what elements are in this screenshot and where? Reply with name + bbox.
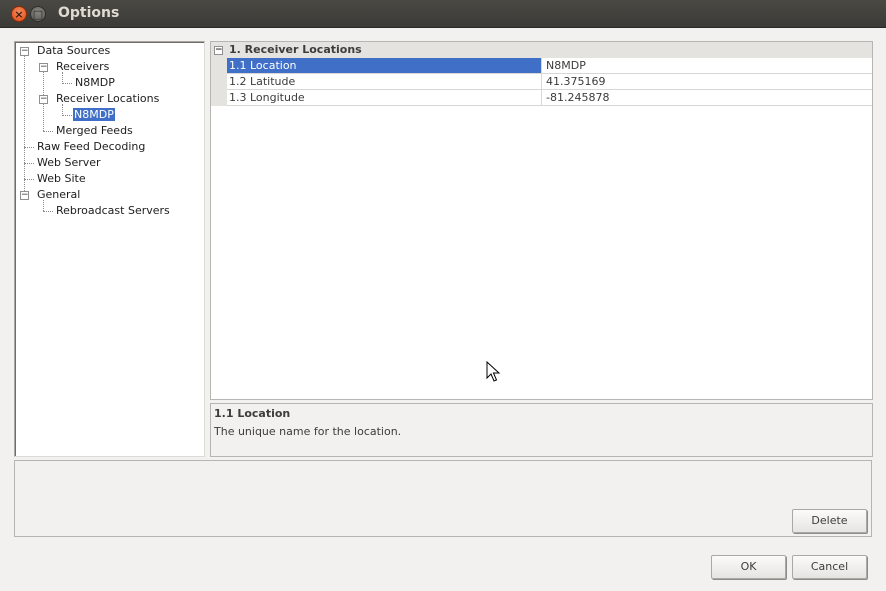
tree-connector [43, 211, 53, 212]
options-tree[interactable]: − Data Sources − Receivers N8MDP − Recei… [14, 41, 205, 457]
tree-connector [24, 147, 34, 148]
row-gutter [211, 74, 227, 90]
tree-connector [24, 179, 34, 180]
bottom-panel [14, 460, 872, 537]
tree-connector [24, 163, 34, 164]
tree-node-label: Merged Feeds [56, 124, 133, 137]
collapse-icon[interactable]: − [39, 63, 48, 72]
collapse-icon[interactable]: − [214, 46, 223, 55]
property-name[interactable]: 1.1 Location [227, 58, 542, 74]
tree-node-label: Receiver Locations [56, 92, 160, 105]
window-title: Options [58, 5, 120, 21]
tree-connector [24, 56, 25, 195]
row-gutter [211, 90, 227, 106]
property-value-location[interactable]: N8MDP [542, 58, 872, 74]
property-category-header[interactable]: − 1. Receiver Locations [211, 42, 872, 58]
tree-node-label: General [37, 188, 81, 201]
title-bar: × □ Options [0, 0, 886, 28]
maximize-window-icon[interactable]: □ [30, 6, 46, 22]
property-category-label: 1. Receiver Locations [229, 43, 362, 56]
property-name[interactable]: 1.2 Latitude [227, 74, 542, 90]
tree-connector [62, 83, 72, 84]
tree-node-label: Rebroadcast Servers [56, 204, 170, 217]
property-grid[interactable]: − 1. Receiver Locations 1.1 Location N8M… [210, 41, 873, 400]
collapse-icon[interactable]: − [39, 95, 48, 104]
tree-node-merged-feeds[interactable]: Merged Feeds [55, 123, 134, 139]
tree-node-data-sources[interactable]: Data Sources [36, 43, 111, 59]
tree-node-web-server[interactable]: Web Server [36, 155, 102, 171]
tree-node-rebroadcast-servers[interactable]: Rebroadcast Servers [55, 203, 171, 219]
tree-node-receiver-n8mdp[interactable]: N8MDP [74, 75, 116, 91]
description-title: 1.1 Location [214, 407, 291, 420]
tree-node-receiver-locations[interactable]: Receiver Locations [55, 91, 160, 107]
tree-node-location-n8mdp[interactable]: N8MDP [73, 107, 115, 123]
tree-node-label: N8MDP [73, 108, 115, 121]
tree-node-label: Data Sources [37, 44, 111, 57]
close-window-icon[interactable]: × [11, 6, 27, 22]
description-text: The unique name for the location. [214, 425, 402, 438]
tree-node-web-site[interactable]: Web Site [36, 171, 87, 187]
collapse-icon[interactable]: − [20, 191, 29, 200]
ok-button[interactable]: OK [711, 555, 786, 579]
tree-node-label: N8MDP [75, 76, 115, 89]
tree-node-general[interactable]: General [36, 187, 81, 203]
cancel-button[interactable]: Cancel [792, 555, 867, 579]
tree-connector [43, 131, 53, 132]
property-value-latitude[interactable]: 41.375169 [542, 74, 872, 90]
property-row-longitude[interactable]: 1.3 Longitude -81.245878 [211, 90, 872, 106]
property-description-panel: 1.1 Location The unique name for the loc… [210, 403, 873, 457]
collapse-icon[interactable]: − [20, 47, 29, 56]
tree-node-label: Web Server [37, 156, 101, 169]
mouse-pointer-icon [486, 361, 500, 382]
tree-node-label: Raw Feed Decoding [37, 140, 146, 153]
property-row-location[interactable]: 1.1 Location N8MDP [211, 58, 872, 74]
property-row-latitude[interactable]: 1.2 Latitude 41.375169 [211, 74, 872, 90]
tree-node-raw-feed-decoding[interactable]: Raw Feed Decoding [36, 139, 146, 155]
tree-node-label: Web Site [37, 172, 86, 185]
tree-connector [62, 115, 72, 116]
property-name[interactable]: 1.3 Longitude [227, 90, 542, 106]
tree-node-receivers[interactable]: Receivers [55, 59, 110, 75]
row-gutter [211, 58, 227, 74]
tree-node-label: Receivers [56, 60, 110, 73]
property-value-longitude[interactable]: -81.245878 [542, 90, 872, 106]
delete-button[interactable]: Delete [792, 509, 867, 533]
